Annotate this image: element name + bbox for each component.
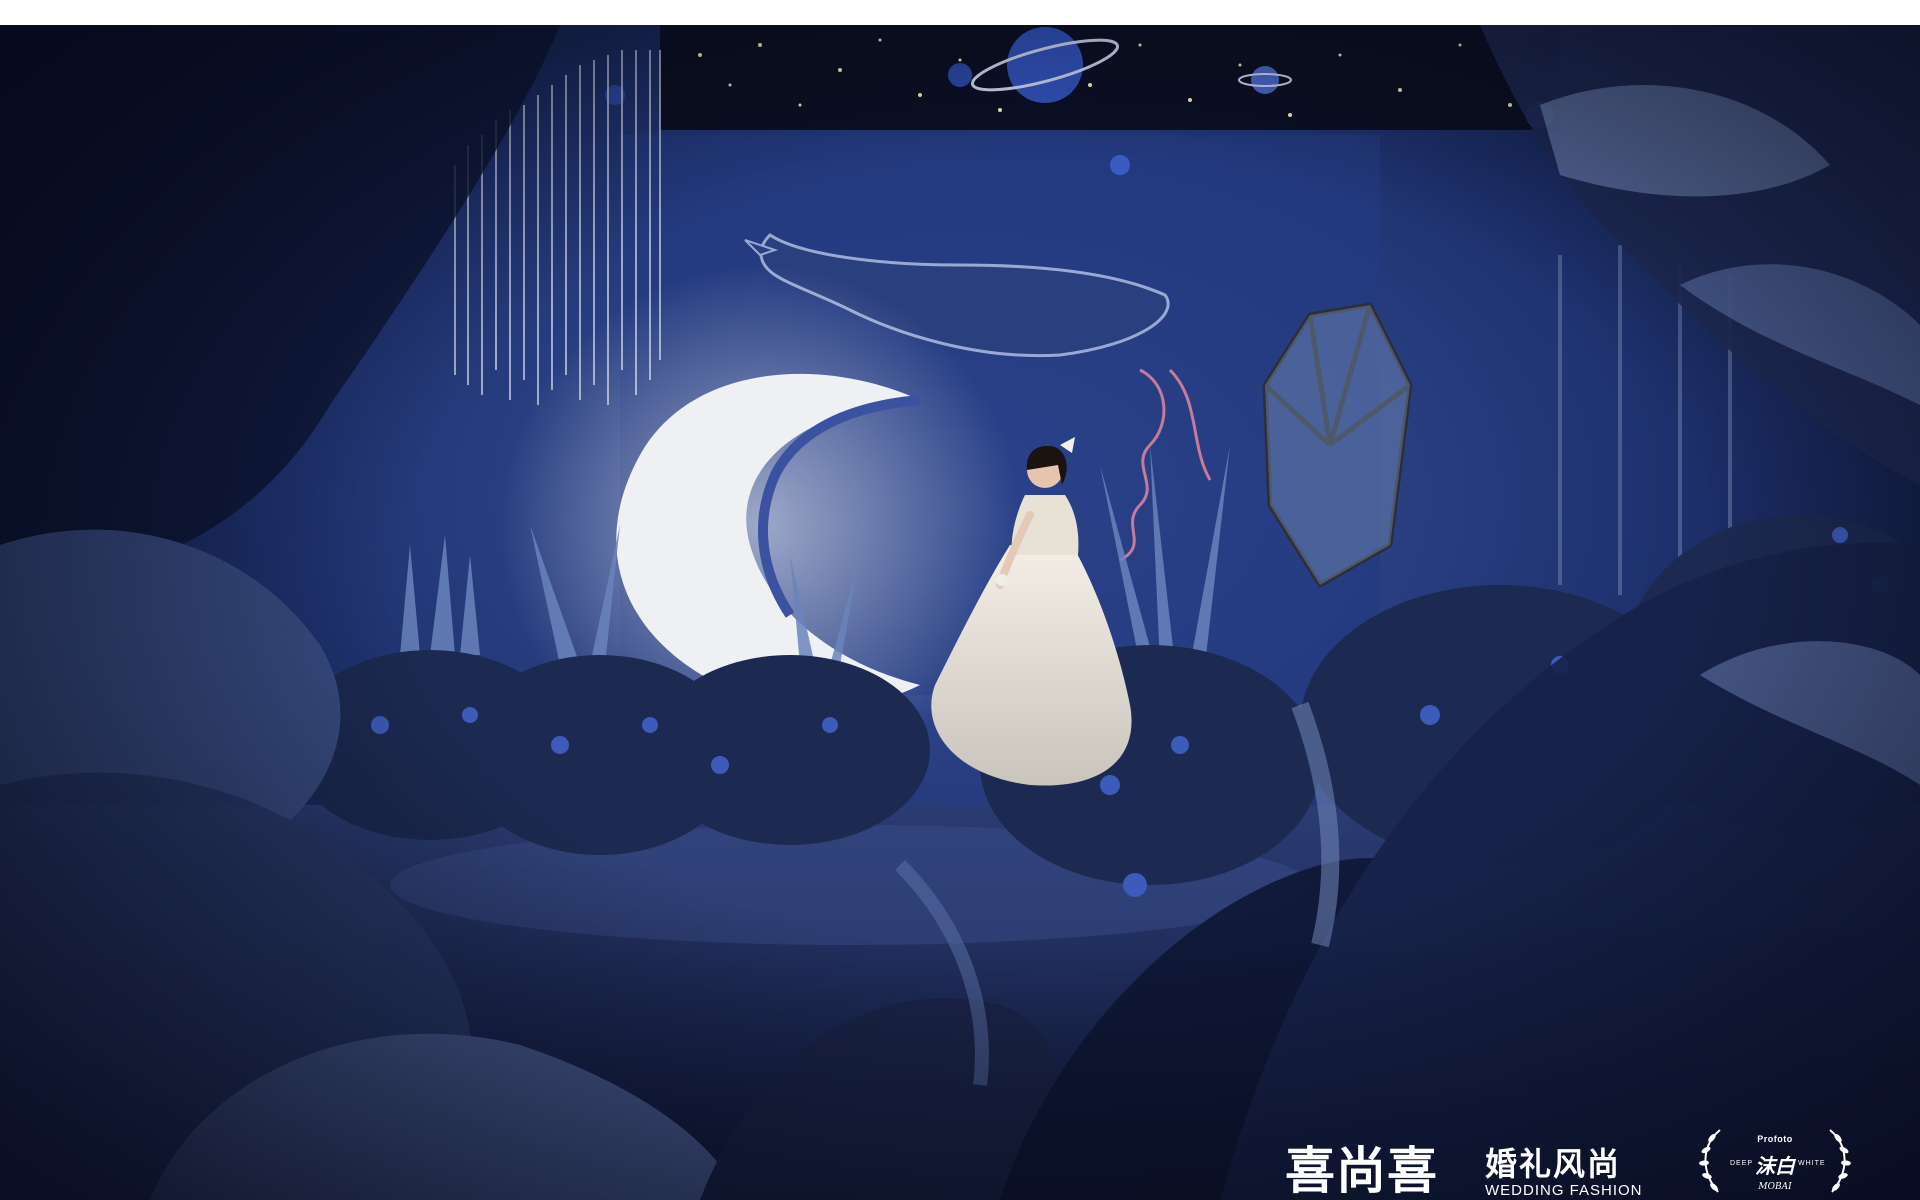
brand-watermark: 喜尚喜 婚礼风尚 WEDDING FASHION — [1285, 1142, 1660, 1200]
watermark-brand-cn: 喜尚喜 — [1285, 1142, 1438, 1200]
wedding-photo — [0, 25, 1920, 1200]
badge-signature: MOBAI — [1758, 1182, 1792, 1192]
watermark-sub-en: WEDDING FASHION — [1485, 1182, 1643, 1199]
watermark-sub-cn: 婚礼风尚 — [1485, 1145, 1622, 1183]
badge-profoto-text: Profoto — [1757, 1134, 1793, 1144]
badge-studio-name: 沫白 — [1755, 1154, 1795, 1178]
studio-badge: Profoto 沫白 DEEP WHITE MOBAI — [1690, 1120, 1860, 1200]
badge-right-text: WHITE — [1798, 1160, 1826, 1167]
vignette — [0, 25, 1920, 1200]
badge-left-text: DEEP — [1730, 1160, 1754, 1167]
scene-illustration — [0, 25, 1920, 1200]
